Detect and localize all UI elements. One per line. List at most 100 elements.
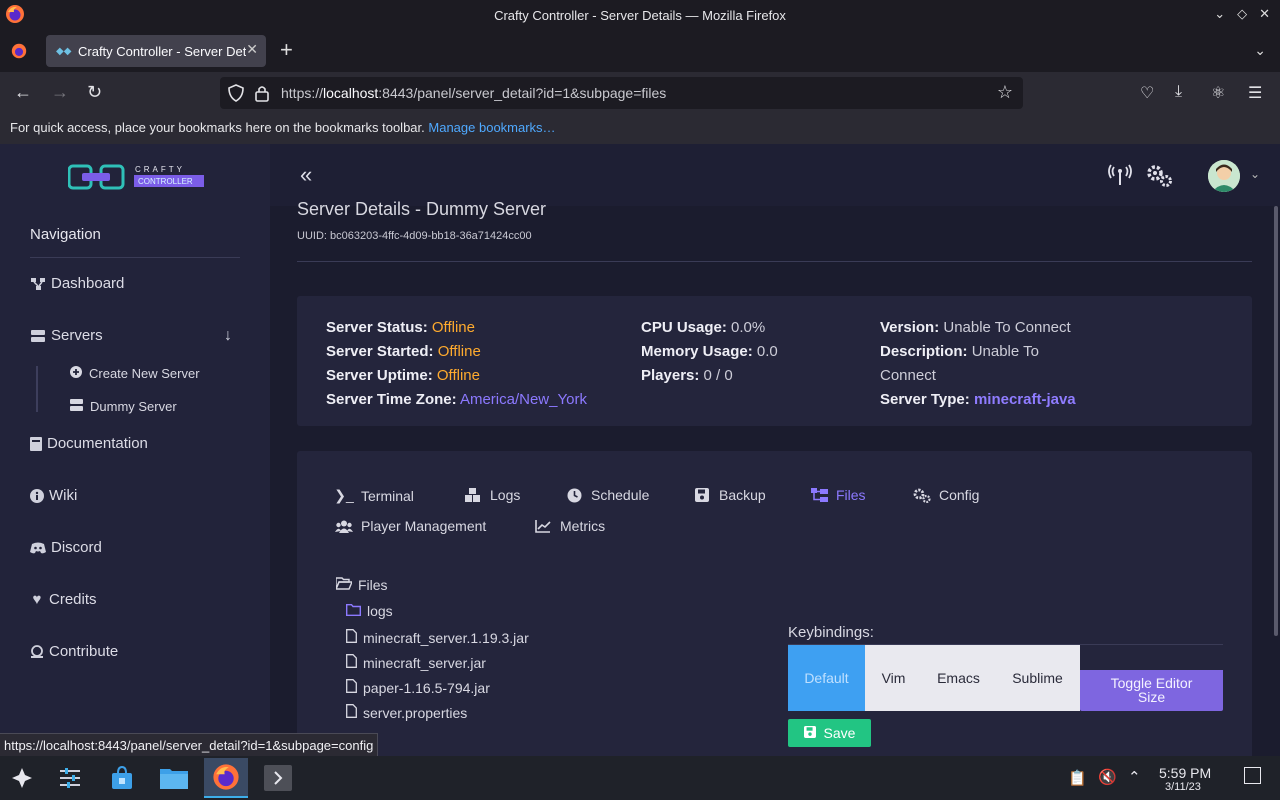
crafty-logo[interactable]: CRAFTY CONTROLLER: [68, 162, 208, 192]
floppy-disk-icon: [803, 725, 816, 741]
chevron-down-icon[interactable]: ⌄: [1250, 167, 1260, 181]
tree-label: minecraft_server.1.19.3.jar: [363, 629, 529, 646]
sidebar-item-label: Create New Server: [89, 366, 200, 381]
maximize-icon[interactable]: ◇: [1237, 6, 1247, 22]
tab-label: Metrics: [560, 518, 606, 534]
stat-label: Players:: [641, 367, 700, 384]
sidebar-item-wiki[interactable]: Wiki: [30, 487, 77, 504]
menu-icon[interactable]: ☰: [1248, 83, 1262, 103]
sidebar-item-credits[interactable]: ♥ Credits: [30, 591, 97, 608]
show-desktop-icon[interactable]: [1244, 767, 1261, 784]
tab-config[interactable]: Config: [913, 487, 979, 503]
manage-bookmarks-link[interactable]: Manage bookmarks…: [428, 120, 555, 135]
tree-file[interactable]: minecraft_server.1.19.3.jar: [346, 629, 529, 646]
app-launcher-icon[interactable]: [0, 758, 44, 798]
sidebar-item-servers[interactable]: Servers: [30, 327, 103, 344]
lock-icon[interactable]: [254, 84, 270, 102]
volume-muted-icon[interactable]: 🔇: [1098, 768, 1117, 786]
version-row: Version: Unable To Connect: [880, 316, 1110, 340]
list-all-tabs-icon[interactable]: ⌄: [1254, 42, 1266, 59]
new-tab-icon[interactable]: +: [280, 39, 293, 61]
pocket-icon[interactable]: ♡: [1140, 83, 1154, 103]
firefox-taskbar-icon[interactable]: [204, 758, 248, 798]
sidebar-item-dashboard[interactable]: Dashboard: [30, 275, 124, 292]
broadcast-tower-icon[interactable]: [1108, 164, 1132, 186]
back-icon[interactable]: ←: [14, 82, 32, 102]
file-manager-icon[interactable]: [152, 758, 196, 798]
minimize-icon[interactable]: ⌄: [1214, 6, 1225, 22]
keybinding-default-button[interactable]: Default: [788, 645, 865, 711]
store-icon[interactable]: [100, 758, 144, 798]
extensions-icon[interactable]: ⚛: [1211, 83, 1225, 103]
version-column: Version: Unable To Connect Description: …: [880, 316, 1110, 412]
sidebar-item-documentation[interactable]: Documentation: [30, 435, 148, 452]
sidebar-item-create-server[interactable]: Create New Server: [70, 366, 200, 381]
button-label: Save: [823, 725, 856, 741]
file-icon: [346, 654, 357, 671]
tab-metrics[interactable]: Metrics: [534, 518, 605, 534]
tab-backup[interactable]: Backup: [693, 487, 766, 503]
window-title: Crafty Controller - Server Details — Moz…: [494, 7, 786, 23]
server-icon: [30, 329, 46, 343]
firefox-view-icon[interactable]: [10, 42, 28, 60]
avatar[interactable]: [1208, 160, 1240, 192]
reload-icon[interactable]: ↻: [87, 82, 102, 102]
tab-terminal[interactable]: ❯_ Terminal: [334, 487, 414, 504]
sidebar-item-dummy-server[interactable]: Dummy Server: [70, 399, 177, 414]
forward-icon[interactable]: →: [51, 82, 69, 102]
tab-player-management[interactable]: Player Management: [335, 518, 486, 534]
brand-bottom: CONTROLLER: [138, 177, 193, 186]
sidebar-item-discord[interactable]: Discord: [30, 539, 102, 556]
stat-label: Server Time Zone:: [326, 391, 457, 408]
folder-tree-icon: [810, 487, 828, 503]
keybinding-sublime-button[interactable]: Sublime: [995, 645, 1080, 711]
browser-tab[interactable]: ◆◆ Crafty Controller - Server Details ✕: [46, 35, 266, 67]
sidebar-item-label: Wiki: [49, 487, 78, 504]
stat-label: Server Type:: [880, 391, 970, 408]
settings-gears-icon[interactable]: [1146, 164, 1174, 188]
arrow-down-icon[interactable]: ↓: [224, 327, 232, 345]
system-settings-icon[interactable]: [48, 758, 92, 798]
divider: [297, 261, 1252, 262]
keybinding-vim-button[interactable]: Vim: [865, 645, 922, 711]
chevron-up-icon[interactable]: ⌃: [1128, 768, 1141, 786]
clock-time[interactable]: 5:59 PM: [1159, 765, 1211, 781]
page-scrollbar[interactable]: [1274, 206, 1278, 636]
stat-value: 0.0: [756, 343, 778, 360]
clock-date[interactable]: 3/11/23: [1165, 781, 1201, 793]
stat-value: America/New_York: [459, 391, 587, 408]
keybindings-label: Keybindings:: [788, 624, 874, 641]
sidebar-item-label: Discord: [51, 539, 102, 556]
close-window-icon[interactable]: ✕: [1259, 6, 1270, 22]
clipboard-icon[interactable]: 📋: [1068, 769, 1087, 787]
stat-label: Memory Usage:: [641, 343, 753, 360]
terminal-app-icon[interactable]: [256, 758, 300, 798]
toggle-editor-size-button[interactable]: Toggle Editor Size: [1080, 670, 1223, 711]
file-tree-root[interactable]: Files: [334, 577, 388, 593]
close-tab-icon[interactable]: ✕: [246, 41, 258, 58]
save-button[interactable]: Save: [788, 719, 871, 747]
tab-schedule[interactable]: Schedule: [565, 487, 649, 503]
tree-file[interactable]: server.properties: [346, 704, 467, 721]
stat-label: Server Started:: [326, 343, 434, 360]
tree-folder-logs[interactable]: logs: [346, 603, 393, 619]
bookmark-star-icon[interactable]: ☆: [997, 82, 1013, 103]
stat-label: Version:: [880, 319, 940, 336]
sidebar-item-contribute[interactable]: Contribute: [30, 643, 118, 660]
tab-files[interactable]: Files: [810, 487, 866, 503]
tree-file[interactable]: paper-1.16.5-794.jar: [346, 679, 490, 696]
floppy-disk-icon: [693, 488, 711, 502]
sidebar-item-label: Documentation: [47, 435, 148, 452]
tree-file[interactable]: minecraft_server.jar: [346, 654, 486, 671]
tab-logs[interactable]: Logs: [464, 487, 520, 503]
link-status-tooltip: https://localhost:8443/panel/server_deta…: [0, 733, 379, 757]
file-icon: [346, 629, 357, 646]
keybinding-emacs-button[interactable]: Emacs: [922, 645, 995, 711]
url-bar[interactable]: https://localhost:8443/panel/server_deta…: [220, 77, 1023, 109]
taskbar: 📋 🔇 ⌃ 5:59 PM 3/11/23: [0, 756, 1280, 800]
stat-value: Offline: [437, 343, 481, 360]
collapse-sidebar-icon[interactable]: «: [300, 162, 312, 188]
tracking-shield-icon[interactable]: [228, 84, 244, 102]
downloads-icon[interactable]: ⤓: [1175, 83, 1182, 101]
window-titlebar: Crafty Controller - Server Details — Moz…: [0, 0, 1280, 30]
